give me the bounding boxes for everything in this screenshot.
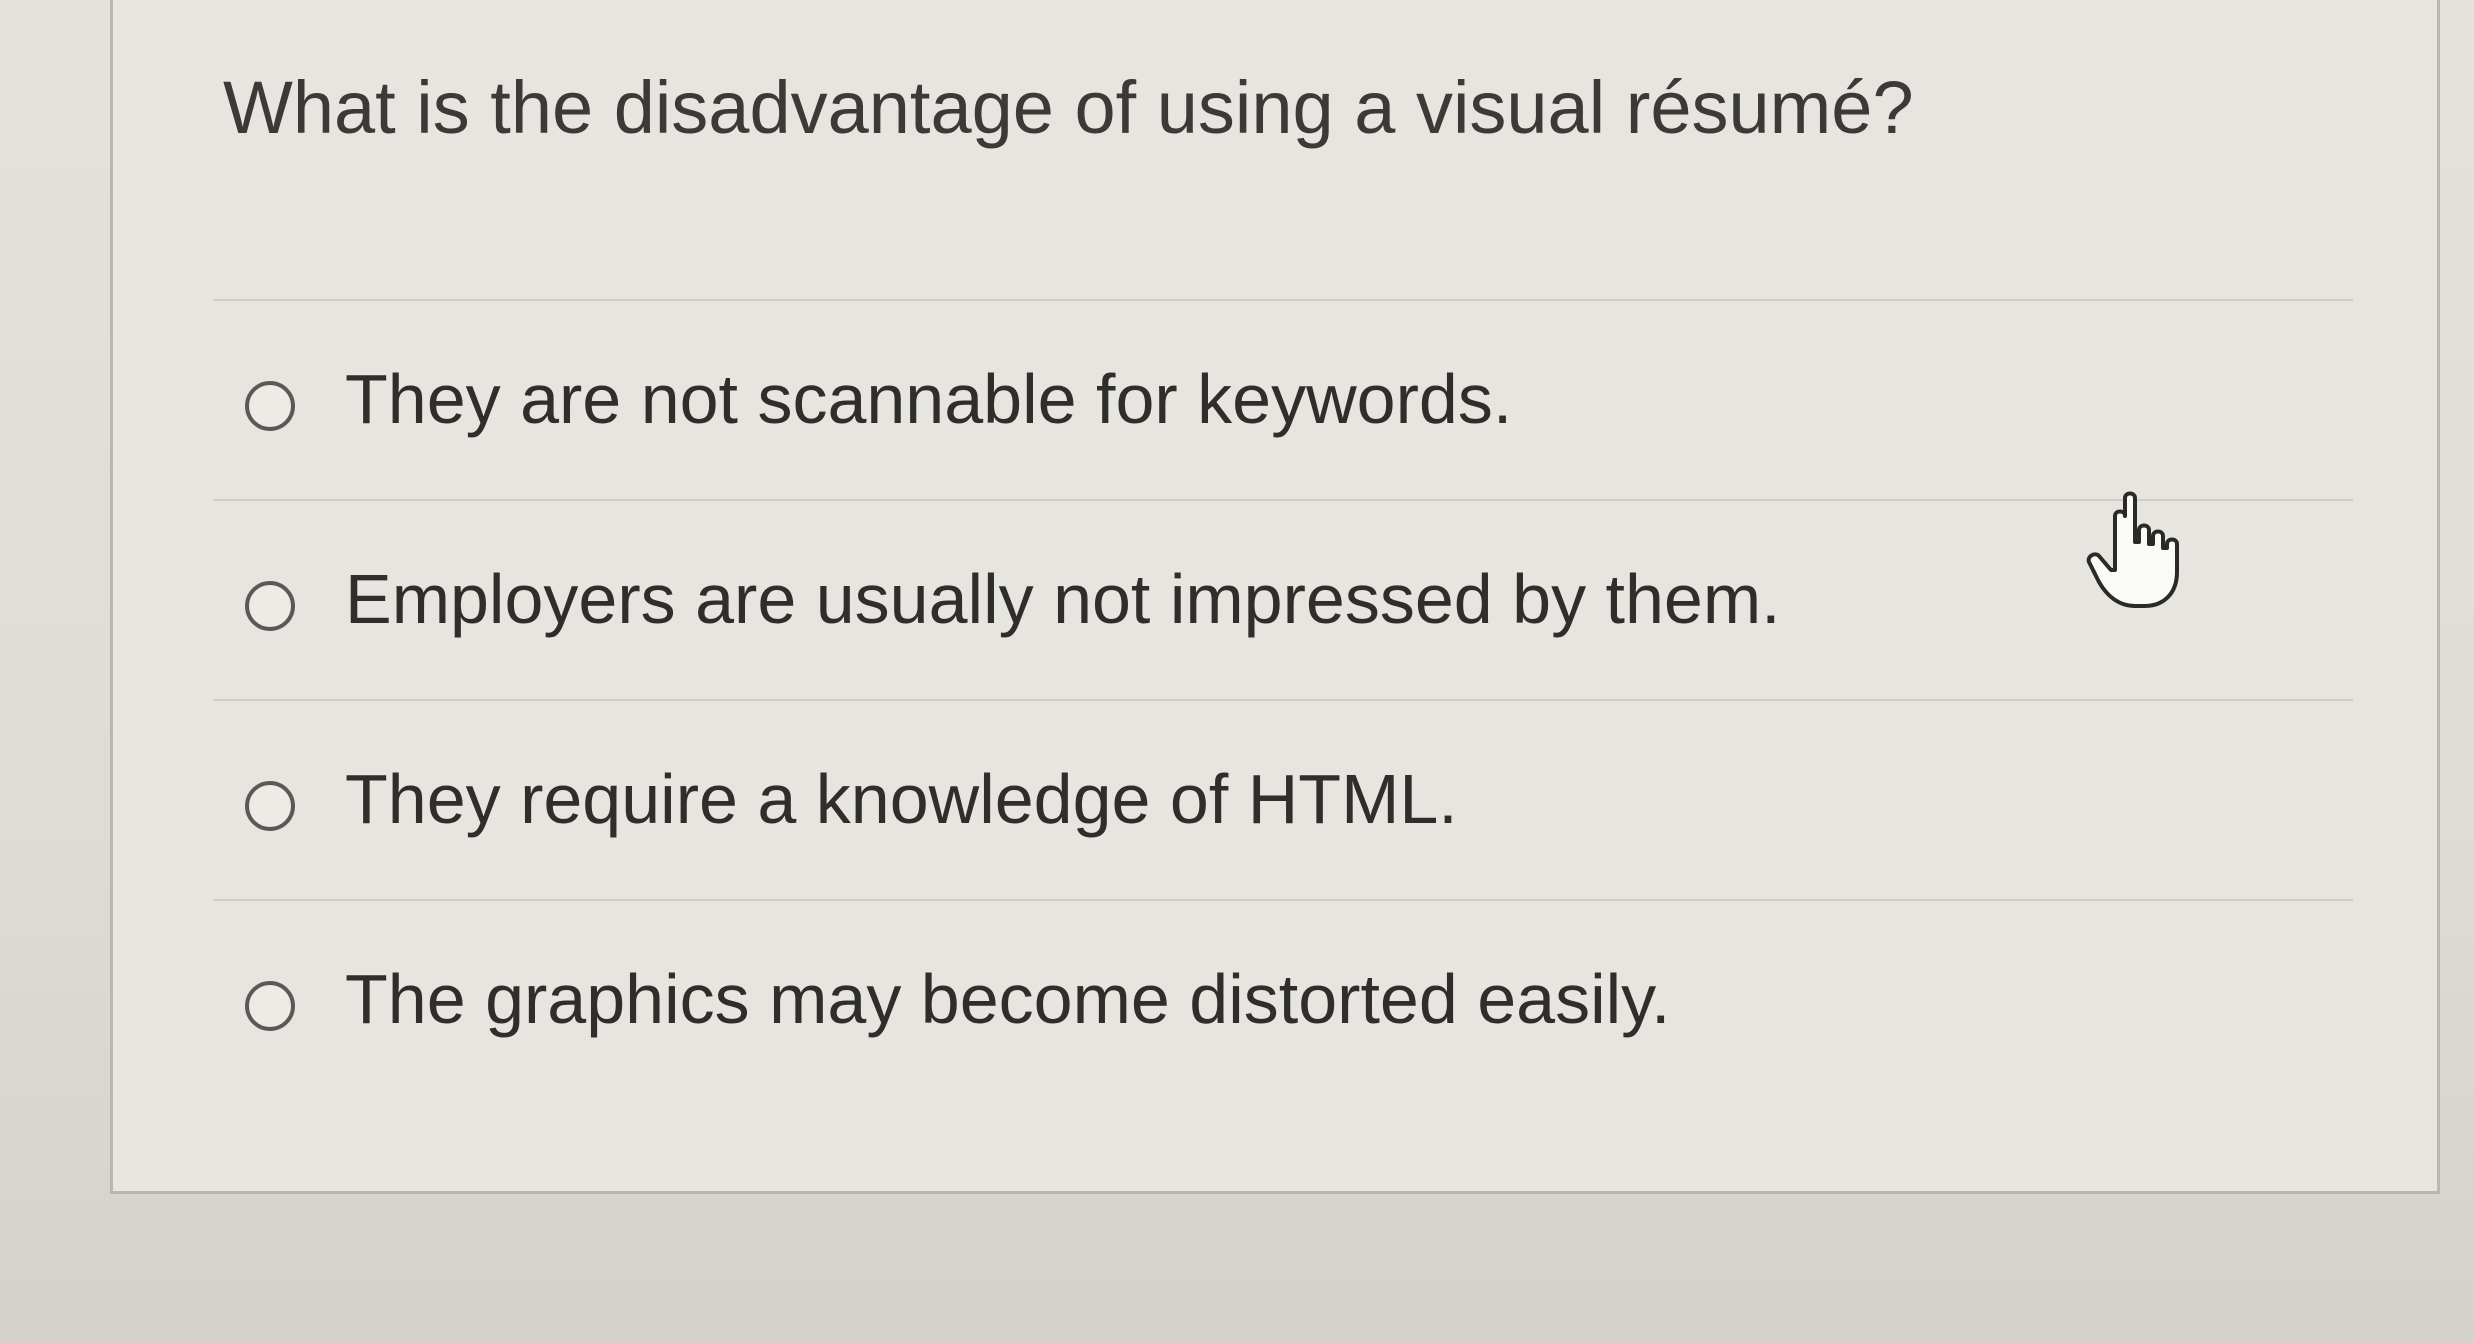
hand-pointer-icon — [2086, 491, 2179, 608]
question-text: What is the disadvantage of using a visu… — [223, 66, 1914, 149]
radio-button[interactable] — [245, 781, 295, 831]
answer-label[interactable]: They require a knowledge of HTML. — [345, 759, 1458, 839]
radio-button[interactable] — [245, 981, 295, 1031]
answer-label[interactable]: They are not scannable for keywords. — [345, 359, 1512, 439]
answer-option-1[interactable]: They are not scannable for keywords. — [213, 299, 2353, 499]
answer-label[interactable]: The graphics may become distorted easily… — [345, 959, 1670, 1039]
answer-option-3[interactable]: They require a knowledge of HTML. — [213, 699, 2353, 899]
answer-option-2[interactable]: Employers are usually not impressed by t… — [213, 499, 2353, 699]
radio-button[interactable] — [245, 581, 295, 631]
answer-label[interactable]: Employers are usually not impressed by t… — [345, 559, 1781, 639]
answer-option-4[interactable]: The graphics may become distorted easily… — [213, 899, 2353, 1099]
quiz-page: What is the disadvantage of using a visu… — [0, 0, 2474, 1343]
answer-list: They are not scannable for keywords. Emp… — [213, 299, 2353, 1099]
radio-button[interactable] — [245, 381, 295, 431]
